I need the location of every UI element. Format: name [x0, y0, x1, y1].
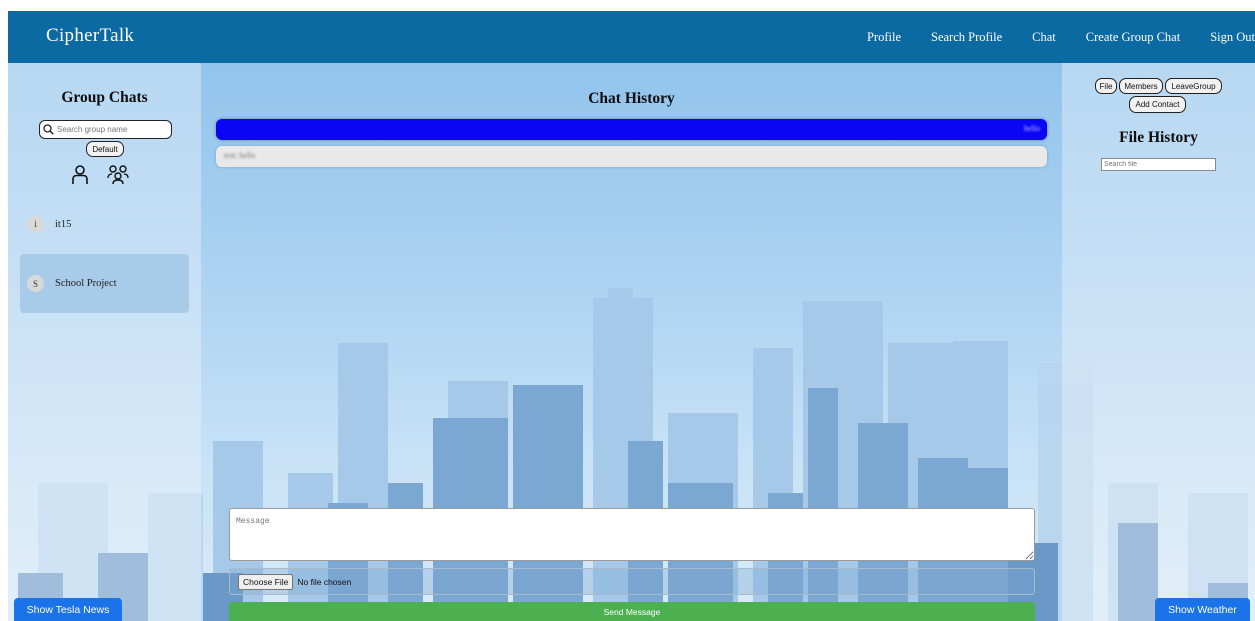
sent-message-bubble: hello: [216, 119, 1047, 140]
nav-create-group-chat[interactable]: Create Group Chat: [1086, 30, 1180, 45]
navbar: CipherTalk Profile Search Profile Chat C…: [8, 11, 1255, 63]
brand-logo[interactable]: CipherTalk: [46, 25, 134, 47]
chat-item-it15[interactable]: i it15: [20, 213, 189, 235]
message-text: test: hello: [224, 151, 256, 160]
nav-sign-out[interactable]: Sign Out: [1210, 30, 1255, 45]
nav-chat[interactable]: Chat: [1032, 30, 1056, 45]
received-message-bubble: test: hello: [216, 146, 1047, 167]
send-message-button[interactable]: Send Message: [229, 602, 1035, 621]
add-contact-button[interactable]: Add Contact: [1129, 96, 1186, 113]
file-status: No file chosen: [297, 576, 352, 587]
avatar: S: [27, 275, 44, 292]
members-button[interactable]: Members: [1119, 78, 1163, 94]
group-icon[interactable]: [107, 165, 129, 185]
message-input[interactable]: [229, 508, 1035, 561]
nav-profile[interactable]: Profile: [867, 30, 901, 45]
default-button[interactable]: Default: [86, 141, 124, 157]
chat-item-label: School Project: [55, 278, 117, 289]
nav-search-profile[interactable]: Search Profile: [931, 30, 1002, 45]
file-history-title: File History: [1119, 129, 1198, 146]
group-search-input[interactable]: [57, 125, 167, 134]
person-icon[interactable]: [71, 165, 89, 185]
leave-group-button[interactable]: LeaveGroup: [1165, 78, 1222, 94]
message-text: hello: [1024, 124, 1040, 133]
file-search-input[interactable]: [1101, 158, 1216, 171]
group-chats-title: Group Chats: [61, 89, 148, 106]
search-icon: [43, 124, 54, 135]
chat-item-label: it15: [55, 218, 72, 230]
file-button[interactable]: File: [1095, 78, 1117, 94]
show-weather-button[interactable]: Show Weather: [1155, 598, 1250, 621]
chat-history-title: Chat History: [588, 90, 675, 107]
nav-links: Profile Search Profile Chat Create Group…: [837, 11, 1255, 63]
show-tesla-news-button[interactable]: Show Tesla News: [14, 598, 122, 621]
group-search-box: [39, 120, 172, 139]
chat-item-school-project[interactable]: S School Project: [20, 254, 189, 313]
file-picker: Choose File No file chosen: [229, 568, 1035, 595]
choose-file-button[interactable]: Choose File: [238, 573, 294, 590]
avatar: i: [27, 215, 44, 233]
